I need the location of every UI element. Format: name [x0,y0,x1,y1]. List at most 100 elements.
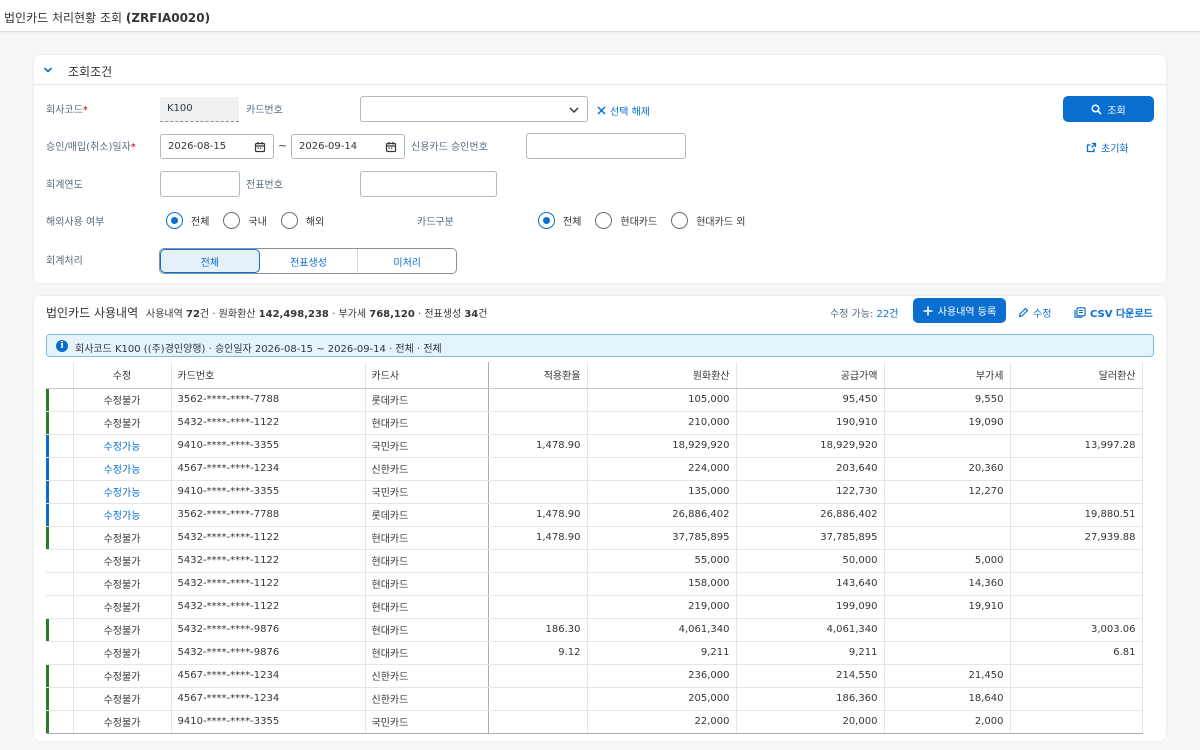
column-header-usd[interactable]: 달러환산 [1010,362,1143,389]
column-header-krw[interactable]: 원화환산 [587,362,737,389]
table-row[interactable]: 수정가능 9410-****-****-3355 국민카드 1,478.90 18,92… [46,434,1143,458]
radio-label: 전체 [563,217,582,228]
segment-unprocessed[interactable]: 미처리 [358,249,456,273]
approval-no-input[interactable] [526,133,686,159]
row-status-bar [46,526,49,548]
cell-krw: 210,000 [587,411,737,435]
add-usage-button[interactable]: 사용내역 등록 [913,298,1006,323]
row-status-bar [46,687,49,709]
cell-issuer: 현대카드 [365,618,489,642]
card-no-select[interactable] [360,96,588,122]
edit-button[interactable]: 수정 [1018,305,1051,320]
column-header-edit[interactable]: 수정 [73,362,172,389]
edit-label: 수정 [1033,309,1052,320]
table-row[interactable]: 수정불가 5432-****-****-1122 현대카드 158,000 143,64… [46,572,1143,596]
table-row[interactable]: 수정불가 5432-****-****-1122 현대카드 1,478.90 37,78… [46,526,1143,550]
table-row[interactable]: 수정불가 5432-****-****-1122 현대카드 219,000 199,09… [46,595,1143,619]
row-status-marker [46,664,74,688]
cell-rate: 1,478.90 [488,526,588,550]
card-type-label: 카드구분 [417,217,454,228]
row-status-bar [46,411,49,433]
cell-vat [884,503,1011,527]
table-row[interactable]: 수정불가 5432-****-****-9876 현대카드 9.12 9,211 9,21… [46,641,1143,665]
segment-all[interactable]: 전체 [160,249,260,273]
cell-supply: 9,211 [736,641,885,665]
column-header-vat[interactable]: 부가세 [884,362,1011,389]
cell-usd: 6.81 [1010,641,1143,665]
cell-krw: 205,000 [587,687,737,711]
cell-vat: 20,360 [884,457,1011,481]
filter-panel: 조회조건 회사코드* K100 카드번호 선택 해제 조회 승인/매입(취소)일… [34,55,1166,283]
row-status-bar [46,550,49,572]
cell-card-no: 4567-****-****-1234 [171,457,366,481]
table-row[interactable]: 수정불가 5432-****-****-1122 현대카드 210,000 190,91… [46,411,1143,435]
cell-supply: 4,061,340 [736,618,885,642]
cell-edit-status[interactable]: 수정가능 [73,480,172,504]
cell-usd [1010,457,1143,481]
company-code-field: K100 [160,97,239,122]
fiscal-year-input[interactable] [160,171,240,197]
cell-issuer: 현대카드 [365,526,489,550]
reset-label: 초기화 [1101,144,1129,155]
doc-no-input[interactable] [360,171,497,197]
csv-download-button[interactable]: CSV 다운로드 [1074,305,1153,320]
table-row[interactable]: 수정불가 4567-****-****-1234 신한카드 236,000 214,55… [46,664,1143,688]
column-header-rate[interactable]: 적용환율 [488,362,588,389]
cell-issuer: 국민카드 [365,480,489,504]
table-row[interactable]: 수정불가 9410-****-****-3355 국민카드 22,000 20,000 2… [46,710,1143,734]
cell-vat: 19,910 [884,595,1011,619]
calendar-icon[interactable] [254,141,266,153]
overseas-radio-group: 전체 국내 해외 [166,212,338,229]
row-status-marker [46,503,74,527]
radio-label: 현대카드 [620,217,658,228]
column-header-issuer[interactable]: 카드사 [365,362,489,389]
clear-selection-button[interactable]: 선택 해제 [597,103,650,118]
row-status-marker [46,687,74,711]
column-header-supply[interactable]: 공급가액 [736,362,885,389]
cell-edit-status[interactable]: 수정가능 [73,457,172,481]
card-type-radio-other[interactable]: 현대카드 외 [671,212,745,229]
chevron-down-icon[interactable] [43,65,53,75]
cell-vat: 18,640 [884,687,1011,711]
cell-usd [1010,480,1143,504]
cell-usd [1010,388,1143,412]
row-status-bar [46,573,49,595]
card-type-radio-hyundai[interactable]: 현대카드 [595,212,657,229]
cell-usd: 3,003.06 [1010,618,1143,642]
date-from-field[interactable]: 2026-08-15 [160,134,274,159]
date-to-field[interactable]: 2026-09-14 [291,134,405,159]
table-row[interactable]: 수정불가 5432-****-****-1122 현대카드 55,000 50,000 5… [46,549,1143,573]
overseas-radio-domestic[interactable]: 국내 [223,212,267,229]
table-row[interactable]: 수정가능 3562-****-****-7788 롯데카드 1,478.90 26,88… [46,503,1143,527]
overseas-radio-overseas[interactable]: 해외 [280,212,324,229]
table-row[interactable]: 수정불가 4567-****-****-1234 신한카드 205,000 186,36… [46,687,1143,711]
column-header-card-no[interactable]: 카드번호 [171,362,366,389]
segment-doc-created[interactable]: 전표생성 [260,249,359,273]
radio-icon [223,212,241,229]
card-type-radio-all[interactable]: 전체 [538,212,581,229]
date-range-separator: ~ [278,139,288,152]
pencil-icon [1018,307,1029,318]
table-row[interactable]: 수정불가 5432-****-****-9876 현대카드 186.30 4,061,3… [46,618,1143,642]
cell-issuer: 국민카드 [365,710,489,734]
cell-usd [1010,572,1143,596]
filter-header[interactable]: 조회조건 [34,55,1166,85]
header-marker [46,362,74,389]
date-from-value: 2026-08-15 [168,141,227,152]
cell-card-no: 5432-****-****-1122 [171,549,366,573]
table-row[interactable]: 수정가능 4567-****-****-1234 신한카드 224,000 203,64… [46,457,1143,481]
cell-card-no: 3562-****-****-7788 [171,388,366,412]
cell-edit-status[interactable]: 수정가능 [73,503,172,527]
reset-button[interactable]: 초기화 [1086,140,1129,155]
row-status-bar [46,434,49,456]
calendar-icon[interactable] [385,141,397,153]
cell-edit-status[interactable]: 수정가능 [73,434,172,458]
cell-issuer: 현대카드 [365,595,489,619]
cell-edit-status: 수정불가 [73,595,172,619]
table-row[interactable]: 수정불가 3562-****-****-7788 롯데카드 105,000 95,450… [46,388,1143,412]
table-row[interactable]: 수정가능 9410-****-****-3355 국민카드 135,000 122,73… [46,480,1143,504]
cell-vat: 12,270 [884,480,1011,504]
overseas-radio-all[interactable]: 전체 [166,212,209,229]
cell-usd [1010,549,1143,573]
search-button[interactable]: 조회 [1063,96,1154,122]
